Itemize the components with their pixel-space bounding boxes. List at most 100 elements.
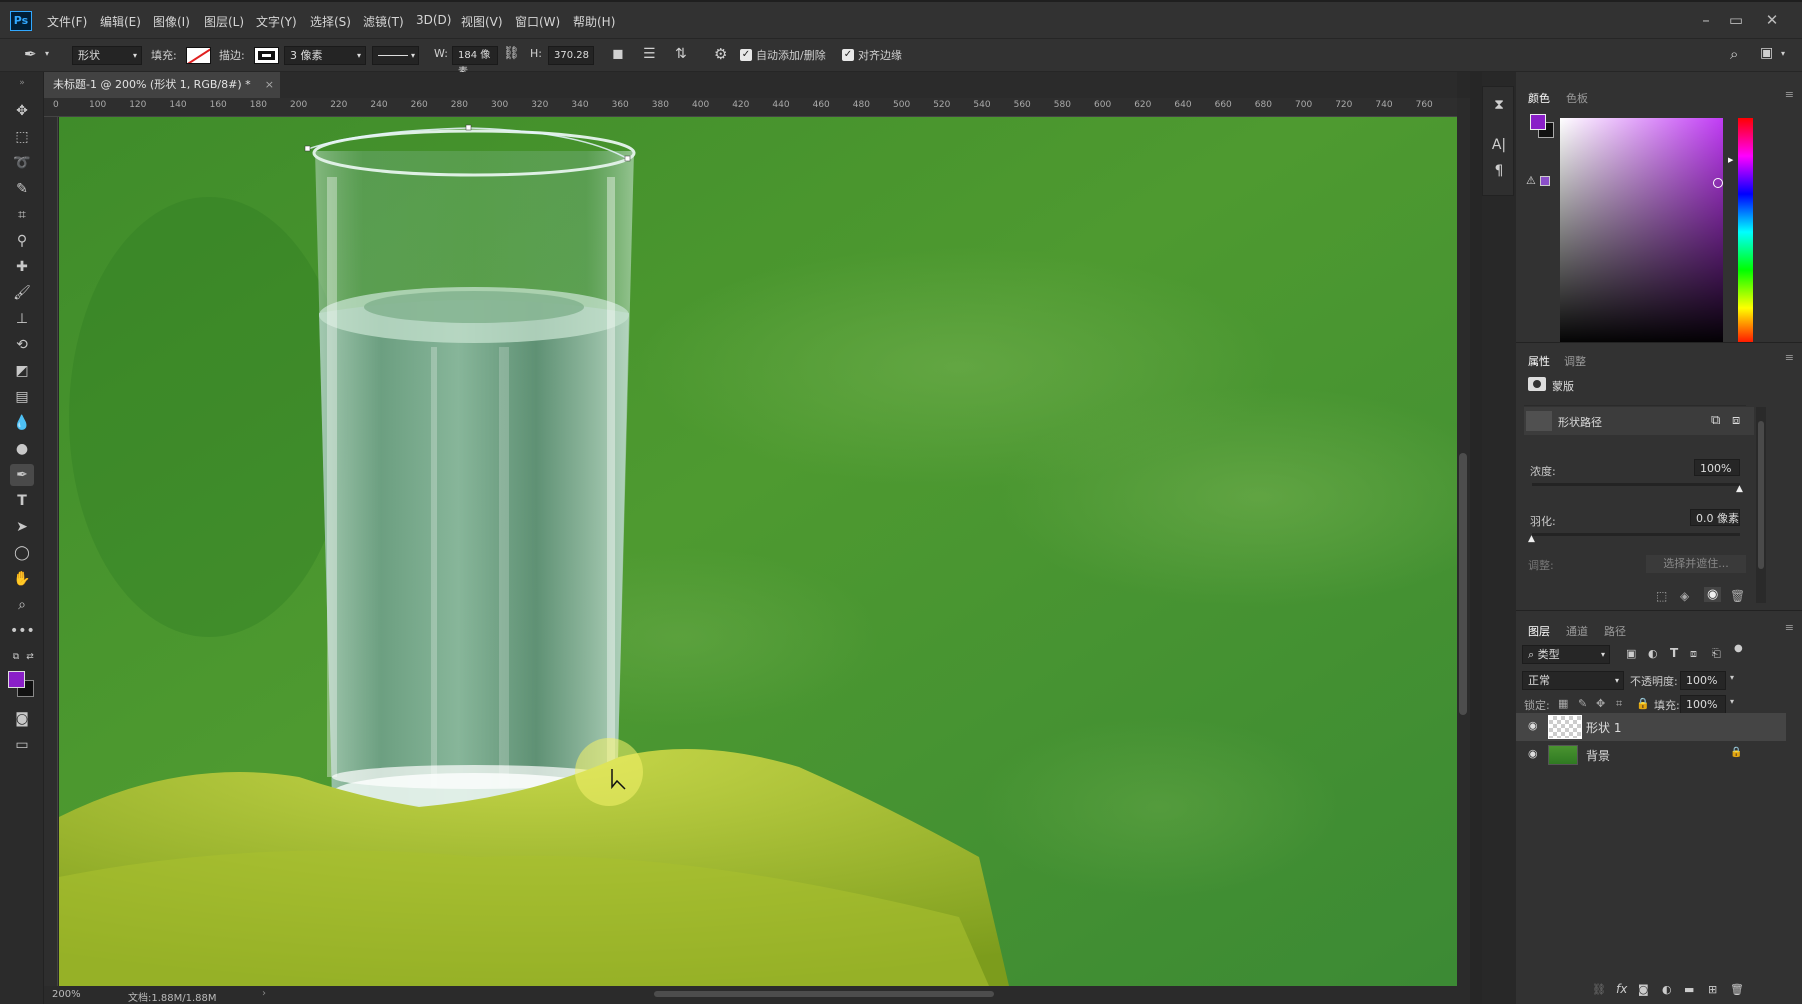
history-panel-icon[interactable]: ⧗	[1489, 95, 1509, 115]
new-layer-icon[interactable]: ⊞	[1708, 983, 1717, 996]
quick-mask-icon[interactable]: ◙	[10, 708, 34, 730]
apply-mask-icon[interactable]: ◈	[1680, 589, 1689, 603]
pixel-filter-icon[interactable]: ▣	[1626, 647, 1636, 660]
collapse-icon[interactable]: »	[10, 72, 34, 94]
zoom-level[interactable]: 200%	[52, 989, 81, 1000]
chevron-down-icon[interactable]: ▾	[1730, 697, 1734, 706]
align-edges-checkbox[interactable]: ✓	[842, 49, 854, 61]
menu-image[interactable]: 图像(I)	[153, 13, 190, 30]
layer-filter-select[interactable]: ⌕ 类型 ▾	[1522, 645, 1610, 664]
color-picker-cursor[interactable]	[1713, 178, 1723, 188]
properties-scrollbar[interactable]	[1756, 407, 1766, 603]
tab-swatches[interactable]: 色板	[1566, 90, 1588, 106]
select-and-mask-button[interactable]: 选择并遮住...	[1646, 555, 1746, 573]
density-field[interactable]: 100%	[1694, 459, 1740, 476]
foreground-color-chip[interactable]	[1530, 114, 1546, 130]
path-alignment-icon[interactable]: ☰	[643, 46, 656, 62]
eraser-tool-icon[interactable]: ◩	[10, 360, 34, 382]
scrollbar-thumb[interactable]	[1459, 453, 1467, 715]
path-arrangement-icon[interactable]: ⇅	[675, 46, 687, 62]
lock-image-icon[interactable]: ✎	[1578, 697, 1587, 710]
menu-file[interactable]: 文件(F)	[47, 13, 87, 30]
eye-icon[interactable]: ◉	[1528, 719, 1538, 732]
layer-row-shape1[interactable]: ◉ 形状 1	[1516, 713, 1786, 741]
lock-transparent-icon[interactable]: ▦	[1558, 697, 1568, 710]
ellipse-tool-icon[interactable]: ◯	[10, 542, 34, 564]
shape-filter-icon[interactable]: ⧈	[1690, 647, 1697, 661]
close-button[interactable]: ✕	[1760, 8, 1784, 32]
menu-window[interactable]: 窗口(W)	[515, 13, 560, 30]
pen-tool-icon[interactable]: ✒	[10, 464, 34, 486]
layer-row-background[interactable]: ◉ 背景 🔒	[1516, 741, 1786, 769]
feather-field[interactable]: 0.0 像素	[1690, 509, 1740, 526]
restore-button[interactable]: ▭	[1724, 8, 1748, 32]
add-vector-mask-icon[interactable]: ⧉	[1711, 413, 1720, 428]
history-brush-tool-icon[interactable]: ⟲	[10, 334, 34, 356]
lock-artboard-icon[interactable]: ⌗	[1616, 697, 1622, 711]
vertical-scrollbar[interactable]	[1457, 98, 1470, 986]
document-canvas[interactable]	[59, 117, 1457, 986]
workspace-icon[interactable]: ▣	[1760, 45, 1773, 61]
tab-color[interactable]: 颜色	[1528, 90, 1550, 106]
more-tools-icon[interactable]: •••	[10, 620, 35, 642]
stroke-width-field[interactable]: 3 像素 ▾	[284, 46, 366, 65]
lock-all-icon[interactable]: 🔒	[1636, 697, 1650, 710]
path-operations-icon[interactable]: ◼	[612, 46, 624, 62]
tab-paths[interactable]: 路径	[1604, 623, 1626, 639]
chevron-down-icon[interactable]: ▾	[1781, 49, 1785, 58]
feather-slider[interactable]	[1532, 533, 1740, 536]
gamut-warning-icon[interactable]: ⚠	[1526, 174, 1536, 187]
healing-brush-tool-icon[interactable]: ✚	[10, 256, 34, 278]
menu-3d[interactable]: 3D(D)	[416, 13, 451, 27]
link-layers-icon[interactable]: ⛓	[1592, 983, 1606, 996]
menu-edit[interactable]: 编辑(E)	[100, 13, 141, 30]
chevron-down-icon[interactable]: ▾	[45, 49, 49, 58]
type-tool-icon[interactable]: T	[10, 490, 34, 512]
crop-tool-icon[interactable]: ⌗	[10, 204, 34, 226]
height-field[interactable]: 370.28	[548, 46, 594, 65]
opacity-field[interactable]: 100%	[1680, 671, 1726, 690]
adjustment-filter-icon[interactable]: ◐	[1648, 647, 1658, 660]
group-folder-icon[interactable]: ▬	[1684, 983, 1694, 996]
zoom-tool-icon[interactable]: ⌕	[10, 594, 34, 616]
type-filter-icon[interactable]: T	[1670, 646, 1678, 660]
websafe-color-chip[interactable]	[1540, 176, 1550, 186]
load-selection-icon[interactable]: ⬚	[1656, 589, 1667, 603]
path-selection-tool-icon[interactable]: ➤	[10, 516, 34, 538]
blend-mode-select[interactable]: 正常 ▾	[1522, 671, 1624, 690]
panel-menu-icon[interactable]: ≡	[1785, 621, 1794, 634]
foreground-color-swatch[interactable]	[8, 671, 25, 688]
screen-mode-icon[interactable]: ▭	[10, 734, 34, 756]
hue-slider[interactable]	[1738, 118, 1753, 346]
tab-channels[interactable]: 通道	[1566, 623, 1588, 639]
menu-view[interactable]: 视图(V)	[461, 13, 503, 30]
gear-icon[interactable]: ⚙	[714, 45, 727, 63]
width-field[interactable]: 184 像素	[452, 46, 498, 78]
density-slider[interactable]	[1532, 483, 1740, 486]
fill-swatch[interactable]	[186, 47, 211, 64]
panel-menu-icon[interactable]: ≡	[1785, 351, 1794, 364]
layer-name[interactable]: 背景	[1586, 747, 1610, 764]
hand-tool-icon[interactable]: ✋	[10, 568, 34, 590]
add-mask-icon[interactable]: ◙	[1638, 983, 1649, 996]
move-tool-icon[interactable]: ✥	[10, 100, 34, 122]
fx-icon[interactable]: fx	[1616, 982, 1627, 996]
document-tab[interactable]: 未标题-1 @ 200% (形状 1, RGB/8#) * ×	[44, 72, 280, 98]
link-icon[interactable]: ⛓	[503, 46, 520, 61]
trash-icon[interactable]: 🗑	[1730, 589, 1745, 603]
tab-properties[interactable]: 属性	[1528, 353, 1550, 369]
close-icon[interactable]: ×	[265, 72, 274, 98]
color-field[interactable]	[1560, 118, 1723, 346]
fill-field[interactable]: 100%	[1680, 695, 1726, 714]
menu-type[interactable]: 文字(Y)	[256, 13, 297, 30]
shape-path-row[interactable]: 形状路径 ⧉ ⧈	[1524, 407, 1754, 435]
auto-add-delete-checkbox[interactable]: ✓	[740, 49, 752, 61]
swap-colors-icon[interactable]: ⇄	[18, 646, 42, 668]
feather-slider-handle[interactable]: ▲	[1528, 534, 1535, 544]
eye-icon[interactable]: ◉	[1704, 587, 1722, 602]
filter-toggle-icon[interactable]: ●	[1734, 643, 1743, 654]
eye-icon[interactable]: ◉	[1528, 747, 1538, 760]
gradient-tool-icon[interactable]: ▤	[10, 386, 34, 408]
tool-mode-select[interactable]: 形状 ▾	[72, 46, 142, 65]
panel-menu-icon[interactable]: ≡	[1785, 88, 1794, 101]
